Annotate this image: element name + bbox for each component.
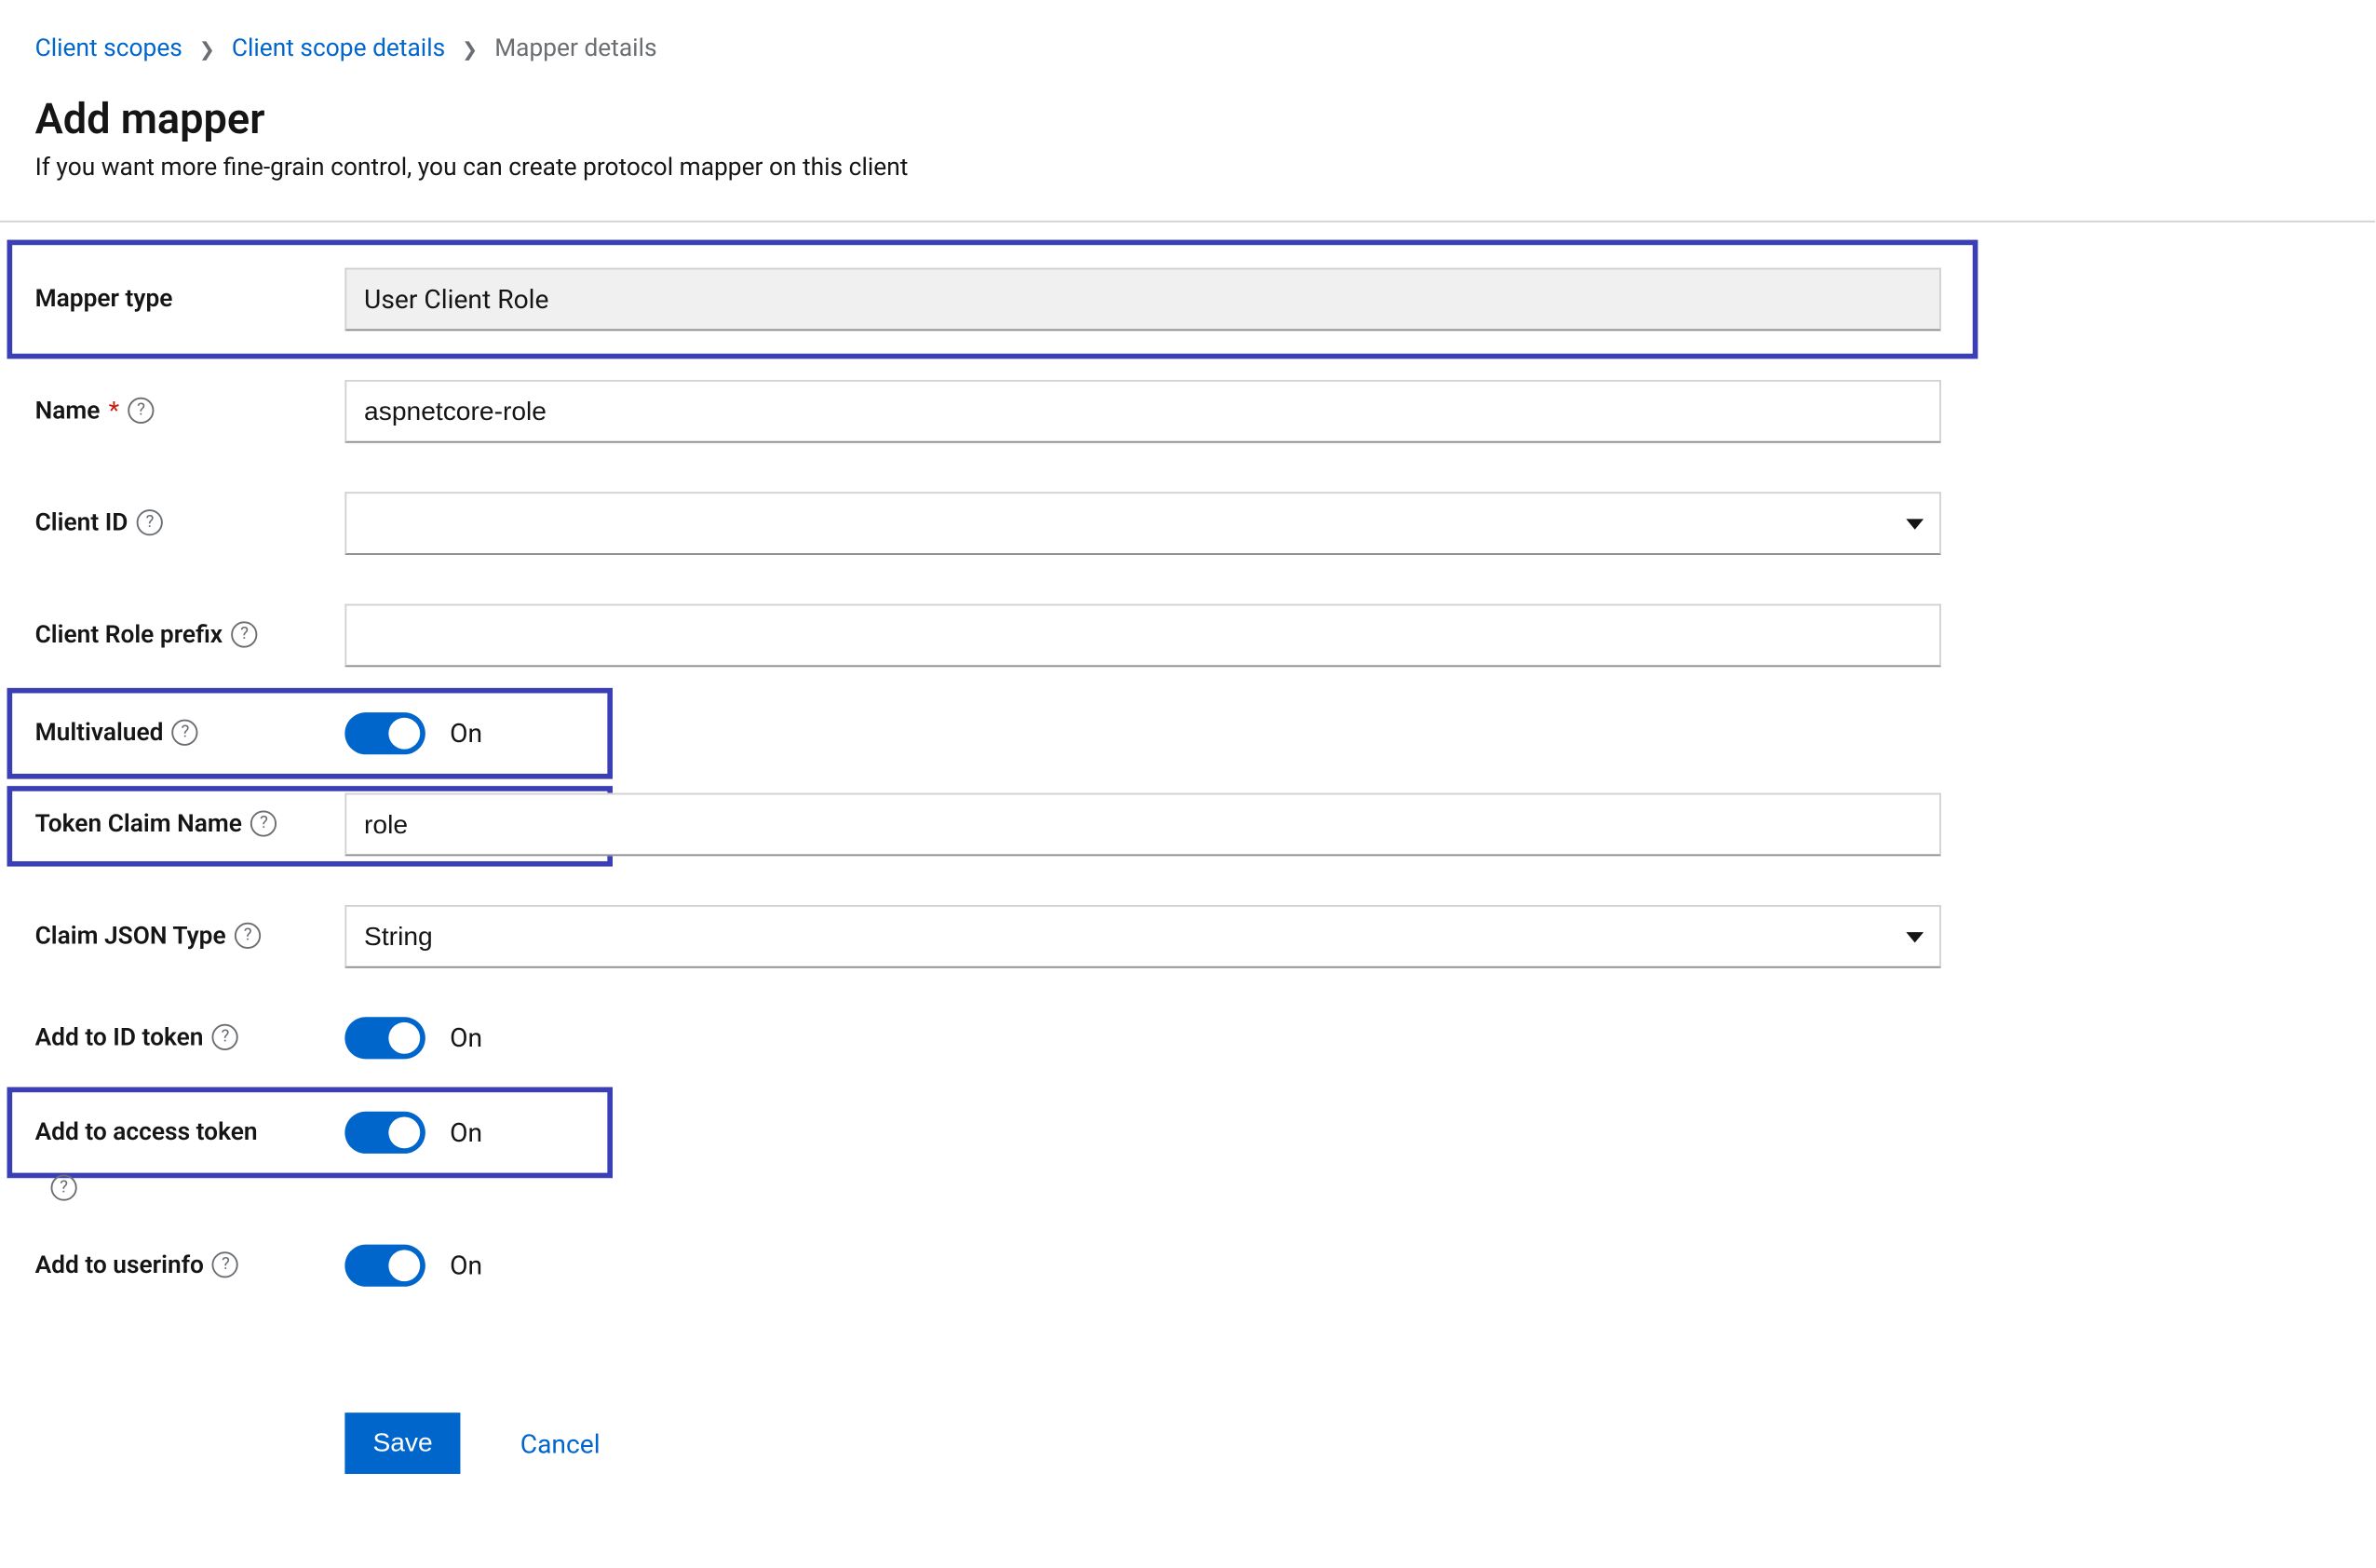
breadcrumb: Client scopes ❯ Client scope details ❯ M…: [0, 35, 2375, 63]
breadcrumb-client-scope-details[interactable]: Client scope details: [232, 35, 445, 63]
label-add-to-userinfo: Add to userinfo ?: [35, 1250, 345, 1280]
help-icon[interactable]: ?: [137, 510, 163, 536]
required-icon: *: [109, 397, 119, 426]
add-to-access-token-toggle[interactable]: [344, 1112, 425, 1154]
client-role-prefix-input[interactable]: [344, 604, 1941, 668]
page-title: Add mapper: [0, 95, 2375, 144]
breadcrumb-client-scopes[interactable]: Client scopes: [35, 35, 182, 63]
label-mapper-type: Mapper type: [35, 285, 345, 315]
add-to-id-token-state: On: [450, 1022, 482, 1054]
chevron-right-icon: ❯: [199, 38, 215, 61]
client-id-select[interactable]: [344, 492, 1941, 555]
breadcrumb-current: Mapper details: [494, 35, 656, 63]
help-icon[interactable]: ?: [250, 811, 277, 837]
add-to-userinfo-toggle[interactable]: [344, 1245, 425, 1287]
label-claim-json-type: Claim JSON Type ?: [35, 922, 345, 952]
help-icon[interactable]: ?: [51, 1174, 77, 1200]
help-icon[interactable]: ?: [212, 1025, 238, 1051]
help-icon[interactable]: ?: [212, 1252, 238, 1278]
multivalued-state: On: [450, 718, 482, 750]
label-client-id: Client ID ?: [35, 508, 345, 538]
page-subtitle: If you want more fine-grain control, you…: [0, 154, 2375, 220]
label-token-claim-name: Token Claim Name ?: [35, 810, 345, 840]
help-icon[interactable]: ?: [128, 399, 155, 425]
save-button[interactable]: Save: [344, 1413, 460, 1474]
add-to-access-token-state: On: [450, 1116, 482, 1148]
label-add-to-access-token: Add to access token: [35, 1118, 345, 1148]
label-add-to-id-token: Add to ID token ?: [35, 1023, 345, 1053]
help-icon[interactable]: ?: [232, 622, 258, 648]
multivalued-toggle[interactable]: [344, 712, 425, 754]
cancel-button[interactable]: Cancel: [520, 1427, 601, 1459]
token-claim-name-input[interactable]: [344, 793, 1941, 857]
mapper-type-field: User Client Role: [344, 268, 1941, 331]
add-to-id-token-toggle[interactable]: [344, 1017, 425, 1059]
label-client-role-prefix: Client Role prefix ?: [35, 621, 345, 651]
help-icon[interactable]: ?: [172, 721, 198, 747]
add-to-userinfo-state: On: [450, 1250, 482, 1281]
label-multivalued: Multivalued ?: [35, 719, 345, 749]
name-input[interactable]: [344, 380, 1941, 443]
help-icon[interactable]: ?: [235, 924, 261, 950]
chevron-right-icon: ❯: [462, 38, 478, 61]
claim-json-type-select[interactable]: String: [344, 905, 1941, 968]
label-name: Name * ?: [35, 397, 345, 426]
